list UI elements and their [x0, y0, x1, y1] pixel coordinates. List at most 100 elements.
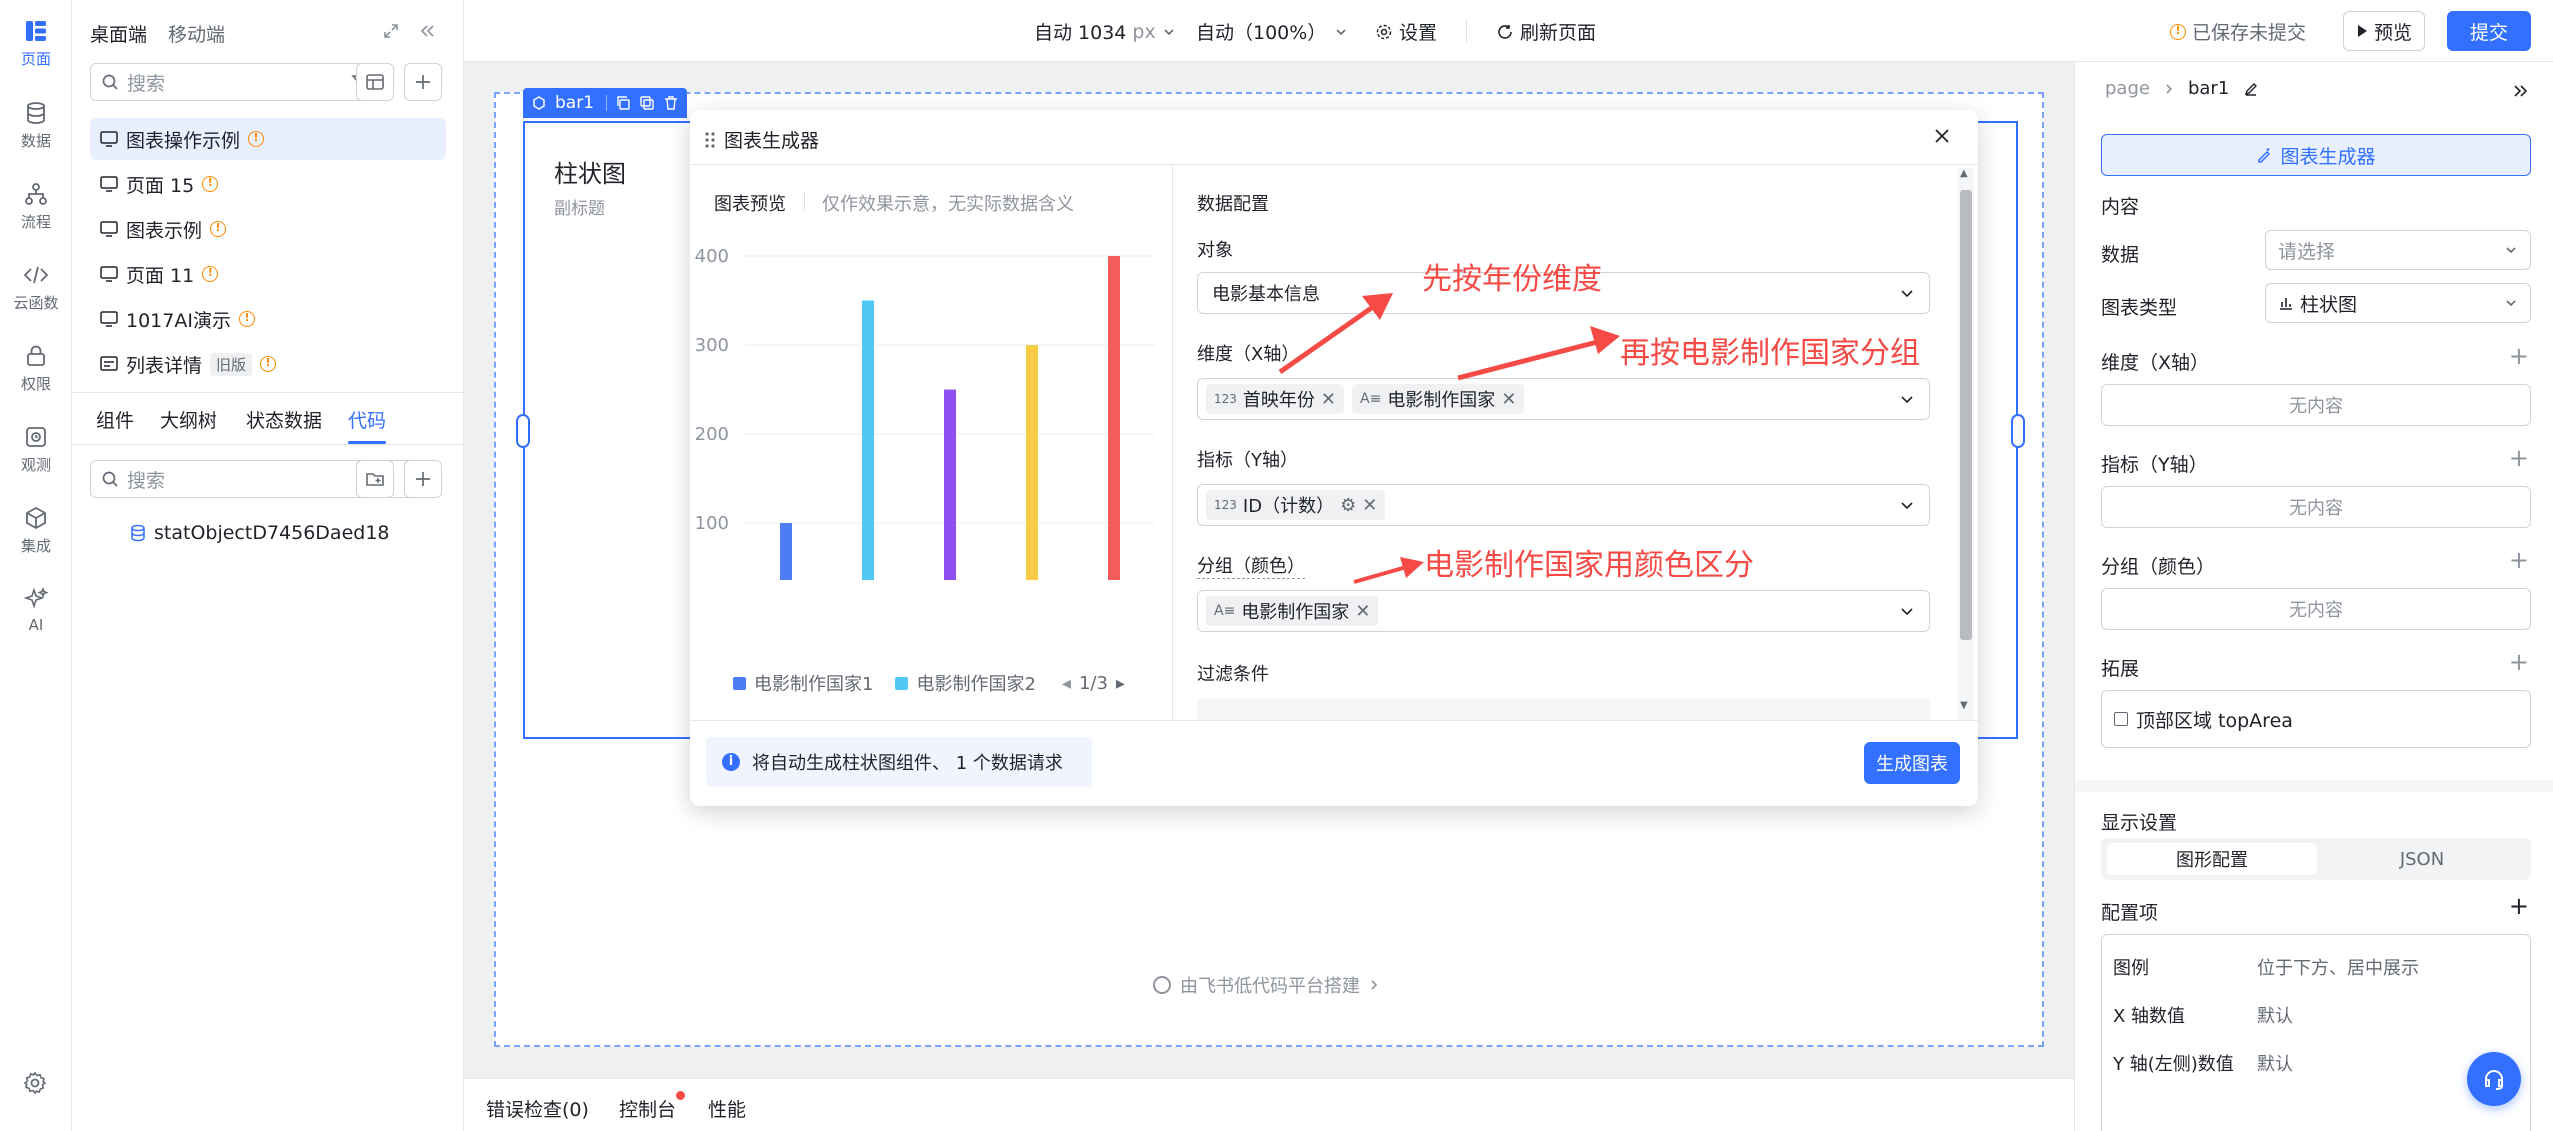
add-config-plus-icon[interactable]: + — [2509, 892, 2529, 920]
tab-mobile[interactable]: 移动端 — [168, 20, 225, 47]
page-item-label: 图表示例 — [126, 219, 203, 242]
tab-code[interactable]: 代码 — [348, 406, 386, 433]
add-code-button[interactable] — [404, 460, 442, 498]
submit-label: 提交 — [2469, 21, 2508, 44]
config-value[interactable]: 默认 — [2257, 1002, 2293, 1028]
submit-button[interactable]: 提交 — [2447, 11, 2531, 51]
segment-json[interactable]: JSON — [2319, 843, 2525, 875]
settings-gear-button[interactable] — [22, 1070, 48, 1096]
empty-text: 无内容 — [2289, 600, 2343, 621]
left-panel: 桌面端 移动端 搜索 图表操作示例 ! 页面 15 ! 图表示例 ! 页面 11… — [72, 0, 464, 1131]
page-item-label: 页面 11 — [126, 264, 195, 287]
refresh-icon — [1498, 24, 1512, 39]
display-settings-title: 显示设置 — [2101, 812, 2178, 834]
copy-icon[interactable] — [615, 95, 631, 111]
config-value[interactable]: 位于下方、居中展示 — [2257, 954, 2419, 980]
zoom-value: 自动（100%） — [1196, 22, 1327, 44]
page-item-label: 列表详情 — [126, 354, 203, 377]
resize-handle-right[interactable] — [2011, 414, 2025, 448]
page-item[interactable]: 页面 15 ! — [100, 164, 219, 204]
chart-generator-button[interactable]: 图表生成器 — [2101, 134, 2531, 176]
collapse-panel-icon[interactable] — [2511, 82, 2529, 100]
tab-outline[interactable]: 大纲树 — [160, 406, 217, 433]
component-toolbar: bar1 — [523, 88, 688, 118]
page-template-button[interactable] — [356, 63, 394, 101]
breadcrumb-root[interactable]: page — [2105, 78, 2150, 99]
code-item[interactable]: statObjectD7456Daed18 — [130, 513, 390, 553]
delete-icon[interactable] — [663, 95, 679, 111]
dimension-empty-box[interactable]: 无内容 — [2101, 384, 2531, 426]
divider — [72, 392, 464, 393]
add-page-button[interactable] — [404, 63, 442, 101]
error-check-tab[interactable]: 错误检查(0) — [486, 1095, 589, 1122]
console-tab[interactable]: 控制台 — [619, 1095, 676, 1122]
platform-footer[interactable]: 由飞书低代码平台搭建 — [1152, 972, 1380, 998]
rail-item-cloud-function[interactable]: 云函数 — [0, 262, 72, 313]
preview-button[interactable]: 预览 — [2343, 11, 2426, 51]
annotation-year-dimension: 先按年份维度 — [1422, 262, 1602, 297]
segment-label: 图形配置 — [2176, 850, 2248, 871]
search-placeholder: 搜索 — [127, 72, 166, 95]
resize-handle-left[interactable] — [516, 414, 530, 448]
group-empty-box[interactable]: 无内容 — [2101, 588, 2531, 630]
annotation-group-by-country: 再按电影制作国家分组 — [1620, 336, 1920, 371]
refresh-page-button[interactable]: 刷新页面 — [1496, 18, 1596, 45]
width-dropdown[interactable]: 自动 1034 px — [1034, 18, 1176, 45]
plus-icon — [416, 472, 430, 486]
expand-icon[interactable] — [382, 22, 400, 40]
page-search-input[interactable]: 搜索 — [90, 63, 380, 101]
rail-item-flow[interactable]: 流程 — [0, 181, 72, 232]
help-support-button[interactable] — [2467, 1052, 2521, 1106]
warning-icon: ! — [248, 131, 265, 147]
performance-tab[interactable]: 性能 — [708, 1095, 746, 1122]
page-item[interactable]: 列表详情 旧版 ! — [100, 344, 277, 384]
extend-top-area-item[interactable]: 顶部区域 topArea — [2101, 690, 2531, 748]
zoom-dropdown[interactable]: 自动（100%） — [1196, 18, 1348, 45]
tab-state-data[interactable]: 状态数据 — [246, 406, 322, 433]
bottom-bar: 错误检查(0) 控制台 性能 — [464, 1078, 2074, 1131]
rail-item-integration[interactable]: 集成 — [0, 505, 72, 556]
search-icon — [102, 74, 118, 90]
chart-type-select[interactable]: 柱状图 — [2265, 283, 2531, 323]
content-section-title: 内容 — [2101, 196, 2140, 218]
page-item[interactable]: 图表操作示例 ! — [100, 119, 265, 159]
rail-item-page[interactable]: 页面 — [0, 18, 72, 69]
dimension-label: 维度（X轴） — [2101, 352, 2210, 374]
refresh-label: 刷新页面 — [1520, 22, 1597, 44]
footer-text: 由飞书低代码平台搭建 — [1180, 976, 1360, 997]
rail-item-permission[interactable]: 权限 — [0, 343, 72, 394]
settings-button[interactable]: 设置 — [1375, 18, 1437, 45]
page-item[interactable]: 1017AI演示 ! — [100, 299, 255, 339]
duplicate-icon[interactable] — [639, 95, 655, 111]
chevron-right-icon — [2166, 83, 2173, 94]
add-extend-plus-icon[interactable]: + — [2509, 648, 2529, 676]
add-group-plus-icon[interactable]: + — [2509, 546, 2529, 574]
rail-item-ai[interactable]: AI — [0, 586, 72, 634]
section-divider — [2075, 780, 2553, 792]
add-metric-plus-icon[interactable]: + — [2509, 444, 2529, 472]
rail-label: 权限 — [20, 375, 51, 393]
rail-item-monitor[interactable]: 观测 — [0, 424, 72, 475]
rail-item-data[interactable]: 数据 — [0, 100, 72, 151]
metric-empty-box[interactable]: 无内容 — [2101, 486, 2531, 528]
checkbox[interactable] — [2114, 712, 2128, 726]
tab-components[interactable]: 组件 — [96, 406, 134, 433]
add-dimension-plus-icon[interactable]: + — [2509, 342, 2529, 370]
annotation-color-by-country: 电影制作国家用颜色区分 — [1424, 548, 1754, 583]
new-folder-button[interactable] — [356, 460, 394, 498]
data-select[interactable]: 请选择 — [2265, 230, 2531, 270]
divider — [1466, 20, 1467, 42]
edit-icon[interactable] — [2243, 81, 2259, 97]
page-item[interactable]: 页面 11 ! — [100, 254, 219, 294]
preview-label: 预览 — [2374, 21, 2413, 44]
segment-graphic-config[interactable]: 图形配置 — [2107, 843, 2317, 875]
config-value[interactable]: 默认 — [2257, 1050, 2293, 1076]
config-key: Y 轴(左侧)数值 — [2113, 1054, 2234, 1075]
config-key: 图例 — [2113, 958, 2149, 979]
collapse-double-chevron-icon[interactable] — [418, 22, 436, 40]
annotation-arrows — [1278, 293, 1620, 584]
page-item[interactable]: 图表示例 ! — [100, 209, 227, 249]
component-icon — [533, 96, 545, 110]
warning-icon: ! — [210, 221, 227, 237]
tab-desktop[interactable]: 桌面端 — [90, 20, 147, 47]
